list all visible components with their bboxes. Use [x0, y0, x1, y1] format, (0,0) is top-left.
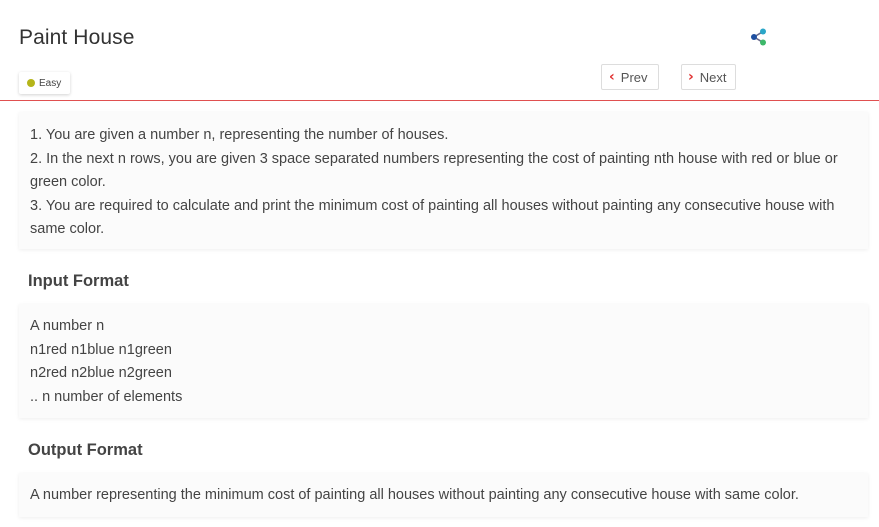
- input-format-heading: Input Format: [28, 272, 129, 290]
- output-format-line: A number representing the minimum cost o…: [30, 487, 799, 503]
- difficulty-label: Easy: [39, 77, 62, 89]
- chevron-left-icon: ‹: [609, 69, 615, 85]
- description-line: 2. In the next n rows, you are given 3 s…: [30, 150, 838, 191]
- output-format-heading: Output Format: [28, 441, 143, 459]
- page-title: Paint House: [19, 26, 135, 49]
- input-format-line: n2red n2blue n2green: [30, 365, 172, 381]
- next-button[interactable]: › Next: [681, 64, 736, 90]
- prev-button[interactable]: ‹ Prev: [601, 64, 659, 90]
- chevron-right-icon: ›: [688, 69, 694, 85]
- input-format-box: A number n n1red n1blue n1green n2red n2…: [19, 304, 868, 418]
- problem-page: Paint House Easy ‹ Prev › Next 1. You ar…: [0, 0, 879, 527]
- input-format-line: A number n: [30, 318, 105, 334]
- prev-label: Prev: [620, 69, 648, 85]
- next-label: Next: [699, 69, 727, 85]
- input-format-line: n1red n1blue n1green: [30, 341, 172, 358]
- problem-description: 1. You are given a number n, representin…: [19, 112, 868, 249]
- input-format-line: .. n number of elements: [30, 388, 183, 405]
- share-icon[interactable]: [749, 27, 769, 47]
- output-format-box: A number representing the minimum cost o…: [19, 473, 868, 517]
- description-line: 1. You are given a number n, representin…: [30, 127, 449, 143]
- difficulty-dot-icon: [27, 79, 35, 87]
- description-line: 3. You are required to calculate and pri…: [30, 197, 835, 238]
- difficulty-badge: Easy: [19, 72, 71, 94]
- header-divider: [0, 100, 879, 101]
